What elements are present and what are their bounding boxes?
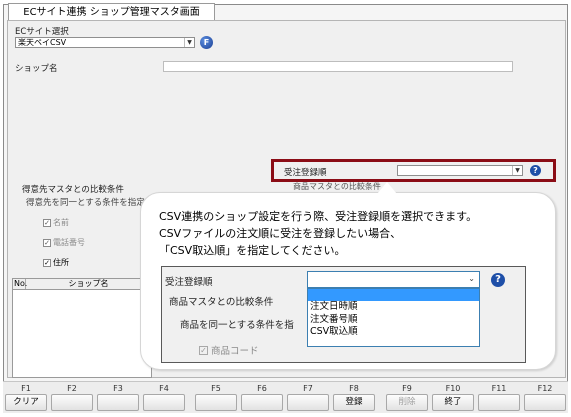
ec-site-label: ECサイト選択 [15, 27, 69, 37]
exit-button[interactable]: 終了 [432, 394, 474, 411]
function-key-bar: F1 クリア F2 F3 F4 F5 F6 F7 F8 登録 F9 削除 F10 終了 … [3, 381, 568, 413]
checkbox-icon: ✓ [199, 345, 208, 355]
option-order-date[interactable]: 注文日時順 [308, 301, 479, 314]
inset-order-select[interactable]: ⌄ [307, 271, 480, 288]
checkbox-icon: ✓ [43, 238, 51, 247]
inset-check-product-code[interactable]: ✓ 商品コード [199, 343, 259, 357]
checkbox-icon: ✓ [43, 258, 51, 267]
order-register-highlight: 受注登録順 ▼ ? [271, 159, 556, 182]
checkbox-icon: ✓ [43, 218, 51, 227]
fkey-f4[interactable]: F4 [141, 383, 187, 413]
order-register-select[interactable]: ▼ [397, 165, 523, 176]
fkey-f6[interactable]: F6 [239, 383, 285, 413]
fkey-f1[interactable]: F1 クリア [3, 383, 49, 413]
inset-order-label: 受注登録順 [165, 277, 213, 288]
help-icon[interactable]: ? [530, 165, 541, 176]
order-dropdown-list[interactable]: 注文日時順 注文番号順 CSV取込順 [307, 288, 480, 347]
callout-line-1: CSV連携のショップ設定を行う際、受注登録順を選択できます。 [159, 210, 478, 223]
check-phone[interactable]: ✓ 電話番号 [43, 237, 85, 248]
fkey-f2[interactable]: F2 [49, 383, 95, 413]
product-compare-label-partial: 商品マスタとの比較条件 [293, 182, 381, 191]
shop-grid[interactable]: No. ショップ名 [12, 278, 152, 378]
ec-site-info-icon[interactable]: F [200, 36, 213, 49]
col-shop-name: ショップ名 [68, 279, 109, 288]
fkey-f12[interactable]: F12 [522, 383, 568, 413]
shop-name-label: ショップ名 [15, 64, 58, 74]
fkey-f8[interactable]: F8 登録 [331, 383, 377, 413]
delete-button[interactable]: 削除 [386, 394, 428, 411]
check-address[interactable]: ✓ 住所 [43, 257, 69, 268]
option-csv-import[interactable]: CSV取込順 [308, 326, 479, 339]
register-button[interactable]: 登録 [333, 394, 375, 411]
zoomed-order-panel: 受注登録順 ⌄ ? 注文日時順 注文番号順 CSV取込順 商品マスタとの比較条件… [161, 266, 526, 363]
inset-product-condition-label: 商品を同一とする条件を指 [180, 320, 294, 331]
callout-line-3: 「CSV取込順」を指定してください。 [159, 244, 346, 257]
fkey-f10[interactable]: F10 終了 [430, 383, 476, 413]
fkey-f3[interactable]: F3 [95, 383, 141, 413]
fkey-f7[interactable]: F7 [285, 383, 331, 413]
check-name[interactable]: ✓ 名前 [43, 217, 69, 228]
chevron-down-icon[interactable]: ⌄ [468, 274, 475, 283]
fkey-f9[interactable]: F9 削除 [384, 383, 430, 413]
shop-name-input[interactable] [163, 61, 513, 72]
order-register-label: 受注登録順 [284, 168, 327, 178]
option-order-number[interactable]: 注文番号順 [308, 314, 479, 327]
callout-line-2: CSVファイルの注文順に受注を登録したい場合、 [159, 227, 402, 240]
ec-site-select[interactable]: 楽天ペイCSV ▼ [15, 37, 195, 48]
col-no: No. [14, 279, 28, 289]
chevron-down-icon[interactable]: ▼ [184, 38, 194, 47]
grid-header: No. ショップ名 [13, 279, 151, 290]
chevron-down-icon[interactable]: ▼ [512, 166, 522, 175]
window-title: ECサイト連携 ショップ管理マスタ画面 [8, 3, 215, 21]
callout-tail [377, 182, 397, 194]
dropdown-selected-blank[interactable] [308, 289, 479, 301]
customer-condition-label: 得意先を同一とする条件を指定 [26, 198, 145, 208]
customer-compare-section-label: 得意先マスタとの比較条件 [22, 185, 124, 195]
fkey-f5[interactable]: F5 [193, 383, 239, 413]
ec-site-value: 楽天ペイCSV [18, 38, 67, 47]
inset-product-section-label: 商品マスタとの比較条件 [169, 297, 274, 308]
clear-button[interactable]: クリア [5, 394, 47, 411]
fkey-f11[interactable]: F11 [476, 383, 522, 413]
help-icon[interactable]: ? [491, 273, 505, 287]
